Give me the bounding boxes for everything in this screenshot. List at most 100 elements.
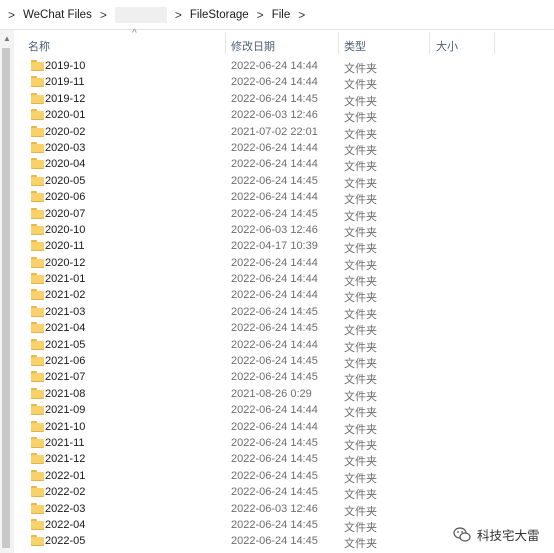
folder-icon <box>31 387 44 399</box>
file-row[interactable]: 2020-11 2022-04-17 10:39 文件夹 <box>14 238 554 255</box>
modified-date: 2022-06-24 14:45 <box>231 436 318 449</box>
modified-date: 2022-06-24 14:45 <box>231 355 318 368</box>
file-row[interactable]: 2021-11 2022-06-24 14:45 文件夹 <box>14 435 554 452</box>
folder-name: 2021-05 <box>45 338 86 351</box>
file-row[interactable]: 2020-04 2022-06-24 14:44 文件夹 <box>14 156 554 173</box>
folder-name: 2022-01 <box>45 469 86 482</box>
file-row[interactable]: 2019-11 2022-06-24 14:44 文件夹 <box>14 74 554 91</box>
folder-icon <box>31 289 44 301</box>
file-row[interactable]: 2020-01 2022-06-03 12:46 文件夹 <box>14 107 554 124</box>
file-row[interactable]: 2021-09 2022-06-24 14:44 文件夹 <box>14 402 554 419</box>
folder-icon <box>31 518 44 530</box>
column-divider[interactable] <box>338 32 339 54</box>
folder-name: 2021-10 <box>45 420 86 433</box>
breadcrumb-item-filestorage[interactable]: FileStorage <box>190 9 249 21</box>
column-header-date[interactable]: 修改日期 <box>231 38 275 54</box>
folder-icon <box>31 240 44 252</box>
address-bar[interactable]: > WeChat Files > > FileStorage > File > <box>0 0 554 30</box>
watermark-text: 科技宅大雷 <box>477 528 540 543</box>
file-row[interactable]: 2021-02 2022-06-24 14:44 文件夹 <box>14 287 554 304</box>
folder-icon <box>31 469 44 481</box>
folder-icon <box>31 256 44 268</box>
column-divider[interactable] <box>225 32 226 54</box>
folder-icon <box>31 436 44 448</box>
column-divider[interactable] <box>429 32 430 54</box>
modified-date: 2022-06-03 12:46 <box>231 502 318 515</box>
modified-date: 2022-06-24 14:44 <box>231 191 318 204</box>
file-row[interactable]: 2021-01 2022-06-24 14:44 文件夹 <box>14 271 554 288</box>
file-row[interactable]: 2021-03 2022-06-24 14:45 文件夹 <box>14 304 554 321</box>
file-row[interactable]: 2021-07 2022-06-24 14:45 文件夹 <box>14 369 554 386</box>
file-row[interactable]: 2020-10 2022-06-03 12:46 文件夹 <box>14 222 554 239</box>
modified-date: 2022-06-24 14:45 <box>231 518 318 531</box>
file-row[interactable]: 2020-07 2022-06-24 14:45 文件夹 <box>14 206 554 223</box>
file-row[interactable]: 2021-12 2022-06-24 14:45 文件夹 <box>14 451 554 468</box>
file-row[interactable]: 2021-05 2022-06-24 14:44 文件夹 <box>14 337 554 354</box>
file-list: 2019-10 2022-06-24 14:44 文件夹 2019-11 2022-06… <box>14 58 554 550</box>
wechat-logo-icon <box>453 526 471 542</box>
modified-date: 2022-06-24 14:45 <box>231 322 318 335</box>
folder-name: 2020-01 <box>45 109 86 122</box>
file-row[interactable]: 2019-12 2022-06-24 14:45 文件夹 <box>14 91 554 108</box>
folder-icon <box>31 223 44 235</box>
folder-name: 2020-10 <box>45 223 86 236</box>
watermark: 科技宅大雷 <box>453 525 540 544</box>
modified-date: 2022-06-24 14:45 <box>231 305 318 318</box>
column-divider[interactable] <box>494 32 495 54</box>
folder-icon <box>31 273 44 285</box>
modified-date: 2022-06-24 14:45 <box>231 535 318 548</box>
folder-icon <box>31 92 44 104</box>
modified-date: 2022-06-24 14:44 <box>231 420 318 433</box>
breadcrumb-item-wechat-files[interactable]: WeChat Files <box>23 9 92 21</box>
modified-date: 2022-06-24 14:45 <box>231 92 318 105</box>
file-row[interactable]: 2020-02 2021-07-02 22:01 文件夹 <box>14 124 554 141</box>
blurred-breadcrumb-item[interactable] <box>114 6 167 23</box>
scrollbar-thumb[interactable] <box>2 48 10 548</box>
file-row[interactable]: 2020-03 2022-06-24 14:44 文件夹 <box>14 140 554 157</box>
file-row[interactable]: 2022-03 2022-06-03 12:46 文件夹 <box>14 501 554 518</box>
modified-date: 2022-04-17 10:39 <box>231 240 318 253</box>
modified-date: 2021-07-02 22:01 <box>231 125 318 138</box>
modified-date: 2022-06-24 14:44 <box>231 289 318 302</box>
modified-date: 2022-06-24 14:44 <box>231 141 318 154</box>
folder-name: 2020-06 <box>45 191 86 204</box>
folder-icon <box>31 207 44 219</box>
modified-date: 2021-08-26 0:29 <box>231 387 312 400</box>
folder-name: 2021-12 <box>45 453 86 466</box>
modified-date: 2022-06-24 14:45 <box>231 453 318 466</box>
file-row[interactable]: 2020-06 2022-06-24 14:44 文件夹 <box>14 189 554 206</box>
modified-date: 2022-06-24 14:44 <box>231 256 318 269</box>
modified-date: 2022-06-03 12:46 <box>231 223 318 236</box>
column-header-name[interactable]: 名称 <box>28 38 50 54</box>
file-row[interactable]: 2021-04 2022-06-24 14:45 文件夹 <box>14 320 554 337</box>
modified-date: 2022-06-24 14:44 <box>231 158 318 171</box>
column-header-row: ^ 名称 修改日期 类型 大小 <box>14 28 554 56</box>
folder-icon <box>31 174 44 186</box>
folder-icon <box>31 420 44 432</box>
file-row[interactable]: 2022-02 2022-06-24 14:45 文件夹 <box>14 484 554 501</box>
folder-icon <box>31 125 44 137</box>
folder-name: 2021-08 <box>45 387 86 400</box>
file-row[interactable]: 2020-05 2022-06-24 14:45 文件夹 <box>14 173 554 190</box>
file-row[interactable]: 2022-01 2022-06-24 14:45 文件夹 <box>14 468 554 485</box>
modified-date: 2022-06-24 14:44 <box>231 338 318 351</box>
file-row[interactable]: 2021-06 2022-06-24 14:45 文件夹 <box>14 353 554 370</box>
folder-name: 2022-02 <box>45 486 86 499</box>
folder-icon <box>31 109 44 121</box>
modified-date: 2022-06-24 14:45 <box>231 371 318 384</box>
folder-icon <box>31 191 44 203</box>
folder-name: 2020-04 <box>45 158 86 171</box>
file-row[interactable]: 2021-08 2021-08-26 0:29 文件夹 <box>14 386 554 403</box>
folder-name: 2021-02 <box>45 289 86 302</box>
folder-icon <box>31 60 44 71</box>
folder-icon <box>31 355 44 367</box>
file-row[interactable]: 2019-10 2022-06-24 14:44 文件夹 <box>14 58 554 75</box>
file-row[interactable]: 2020-12 2022-06-24 14:44 文件夹 <box>14 255 554 272</box>
file-row[interactable]: 2021-10 2022-06-24 14:44 文件夹 <box>14 419 554 436</box>
modified-date: 2022-06-24 14:44 <box>231 273 318 286</box>
column-header-type[interactable]: 类型 <box>344 38 366 54</box>
column-header-size[interactable]: 大小 <box>436 38 458 54</box>
breadcrumb-item-file[interactable]: File <box>272 9 291 21</box>
scroll-up-arrow-icon[interactable]: ▲ <box>3 34 11 43</box>
modified-date: 2022-06-24 14:45 <box>231 174 318 187</box>
